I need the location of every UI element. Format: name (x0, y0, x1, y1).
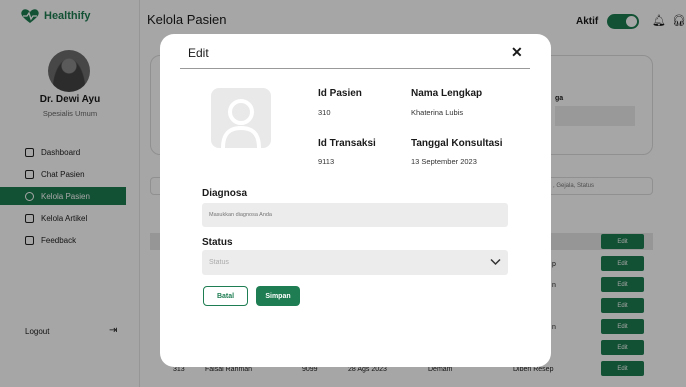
nama-lengkap-label: Nama Lengkap (411, 88, 483, 99)
patient-photo-placeholder (211, 88, 271, 148)
close-icon[interactable]: ✕ (511, 44, 523, 61)
id-pasien-label: Id Pasien (318, 88, 362, 99)
id-transaksi-label: Id Transaksi (318, 138, 376, 149)
edit-modal: Edit ✕ Id Pasien 310 Nama Lengkap Khater… (160, 34, 551, 367)
cancel-button[interactable]: Batal (203, 286, 248, 306)
diagnosa-input[interactable] (202, 203, 508, 227)
id-transaksi-value: 9113 (318, 157, 335, 166)
tanggal-konsultasi-label: Tanggal Konsultasi (411, 138, 503, 149)
diagnosa-label: Diagnosa (202, 188, 248, 199)
status-select[interactable]: Status (202, 250, 508, 275)
save-button[interactable]: Simpan (256, 286, 300, 306)
status-label: Status (202, 237, 233, 248)
tanggal-konsultasi-value: 13 September 2023 (411, 157, 477, 166)
modal-divider (180, 68, 530, 69)
id-pasien-value: 310 (318, 108, 331, 117)
status-select-placeholder: Status (209, 259, 229, 266)
chevron-down-icon (490, 256, 501, 270)
modal-title: Edit (188, 46, 209, 60)
user-icon (221, 99, 261, 148)
nama-lengkap-value: Khaterina Lubis (411, 108, 464, 117)
